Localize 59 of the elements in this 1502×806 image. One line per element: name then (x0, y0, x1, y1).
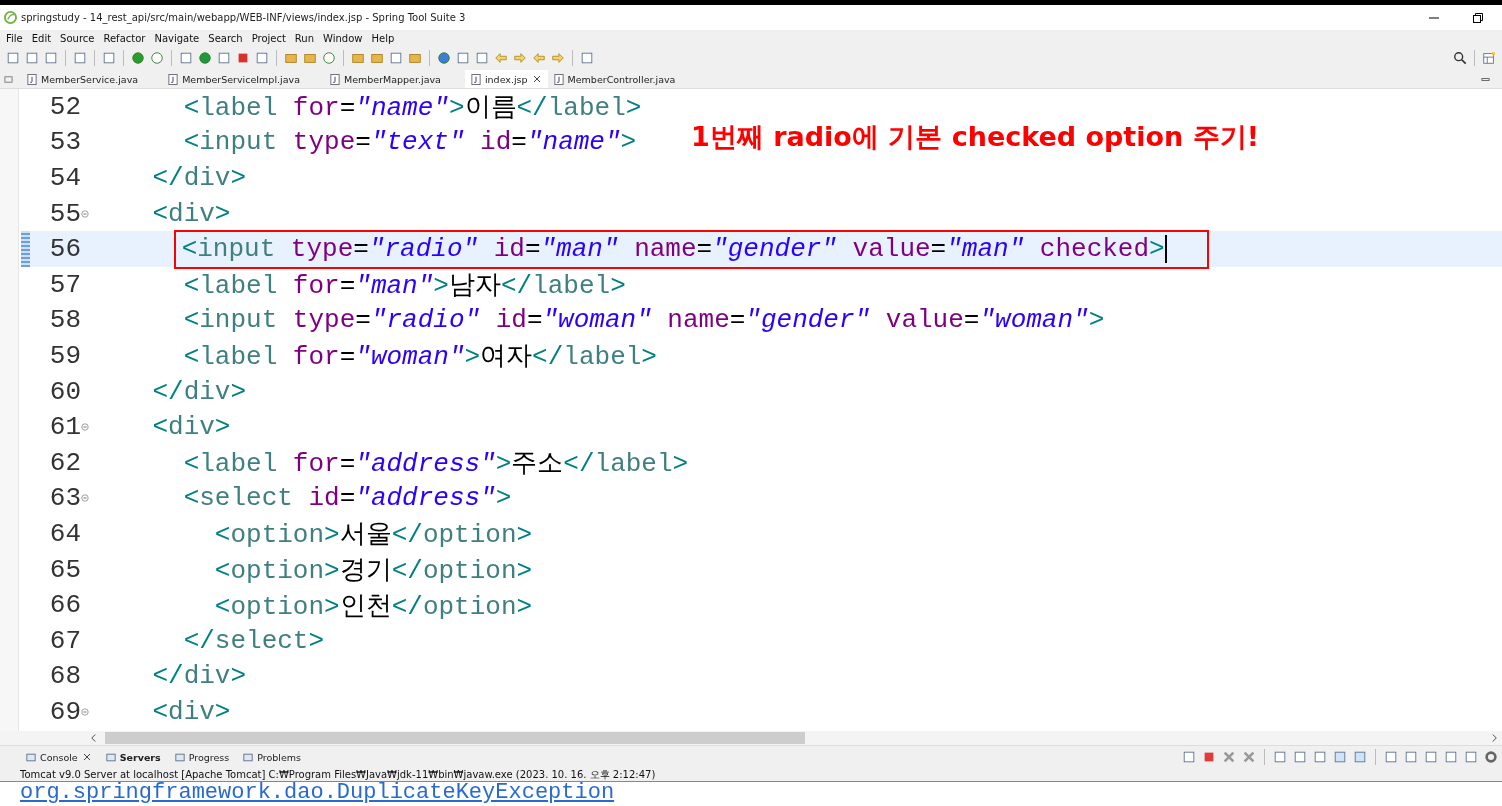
menu-item[interactable]: Project (251, 32, 286, 44)
code-line: <div> (152, 696, 231, 727)
code-line: <label for="name">이름</label> (183, 92, 642, 125)
line-number: 55 (48, 198, 81, 229)
line-number: 62 (48, 447, 81, 478)
code-line: <select id="address"> (183, 483, 512, 514)
editor-tab[interactable]: MemberMapper.java (323, 70, 465, 88)
line-number: 59 (48, 340, 81, 371)
line-number: 58 (48, 305, 81, 336)
view-tab[interactable]: Servers (101, 751, 165, 763)
line-number: 57 (48, 269, 81, 300)
view-tab[interactable]: Progress (170, 751, 234, 763)
line-number: 61 (48, 412, 81, 443)
line-number: 63 (48, 483, 81, 514)
code-line: <input type="radio" id="woman" name="gender" value="woman"> (183, 305, 1105, 336)
editor-tab[interactable]: MemberService.java (21, 70, 163, 88)
code-line: <input type="text" id="name"> (183, 127, 637, 158)
code-line: </div> (152, 661, 247, 692)
line-number: 56 (48, 234, 81, 265)
line-number: 67 (48, 625, 81, 656)
menu-item[interactable]: Refactor (103, 32, 146, 44)
line-number: 68 (48, 661, 81, 692)
code-line: </div> (152, 163, 247, 193)
menu-item[interactable]: Help (371, 32, 395, 44)
line-number: 64 (48, 518, 81, 549)
console-output-link[interactable]: org.springframework.dao.DuplicateKeyException (20, 782, 615, 804)
line-number: 66 (48, 590, 81, 621)
console-status: Tomcat v9.0 Server at localhost [Apache Tomcat] C:₩Program Files₩Java₩jdk-11₩bin₩javaw.exe (2023. 10. 16. 오후 2:12:47) (0, 768, 1502, 782)
editor-tab[interactable]: index.jsp (464, 70, 548, 88)
line-number: 69 (48, 696, 81, 727)
editor-tab[interactable]: MemberServiceImpl.java (162, 70, 324, 88)
window-title: springstudy - 14_rest_api/src/main/webapp/WEB-INF/views/index.jsp - Spring Tool Suite 3 (21, 12, 466, 23)
annotation-text: 1번째 radio에 기본 checked option 주기! (691, 120, 1259, 154)
menu-item[interactable]: Search (208, 32, 243, 44)
menu-item[interactable]: Edit (31, 32, 52, 44)
menu-item[interactable]: File (6, 32, 23, 44)
menu-item[interactable]: Navigate (154, 32, 200, 44)
menu-item[interactable]: Run (294, 32, 315, 44)
code-line: <div> (152, 412, 231, 443)
code-line: <option>서울</option> (214, 519, 533, 552)
line-number: 52 (48, 91, 81, 122)
line-number: 54 (48, 163, 81, 193)
view-tab[interactable]: Console (22, 751, 96, 763)
line-number: 60 (48, 376, 81, 407)
code-line: <input type="radio" id="man" name="gender" value="man" checked> (181, 234, 1165, 265)
menu-item[interactable]: Window (323, 32, 363, 44)
menu-item[interactable]: Source (60, 32, 95, 44)
code-line: <div> (152, 198, 231, 229)
code-line: <option>인천</option> (214, 590, 533, 623)
code-line: </div> (152, 376, 247, 407)
code-line: </select> (183, 625, 325, 656)
code-line: <option>경기</option> (214, 555, 533, 587)
code-line: <label for="woman">여자</label> (183, 341, 657, 374)
view-tab[interactable]: Problems (239, 751, 305, 763)
code-line: <label for="address">주소</label> (183, 448, 689, 481)
editor-tab[interactable]: MemberController.java (547, 70, 700, 88)
line-number: 65 (48, 554, 81, 585)
line-number: 53 (48, 127, 81, 158)
code-line: <label for="man">남자</label> (183, 270, 626, 303)
